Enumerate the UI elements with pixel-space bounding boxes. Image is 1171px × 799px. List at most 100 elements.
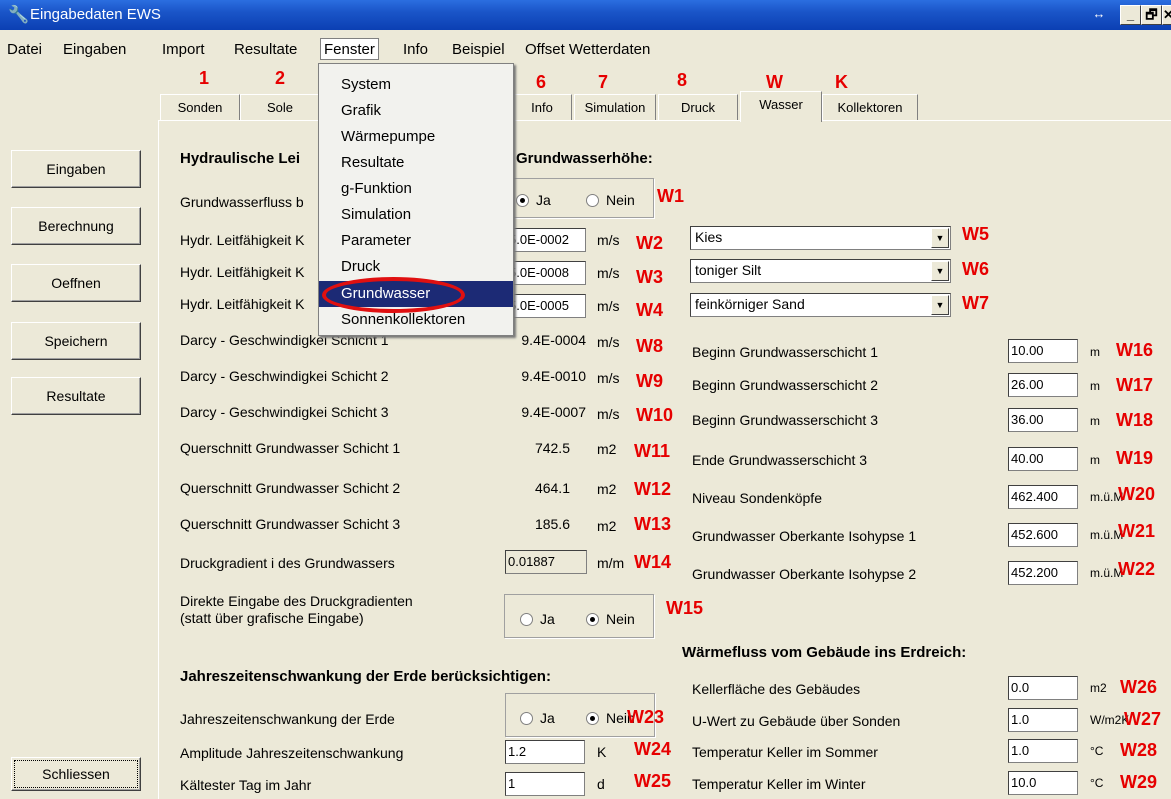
annotation-w18: W18 (1116, 410, 1153, 431)
soil-type-3-select[interactable]: feinkörniger Sand ▼ (690, 293, 951, 317)
druckgradient-label: Druckgradient i des Grundwassers (180, 555, 395, 571)
direkte-eingabe-ja-radio[interactable]: Ja (520, 611, 555, 627)
annotation-w19: W19 (1116, 448, 1153, 469)
unit-m: m (1090, 379, 1100, 393)
menu-item-parameter[interactable]: Parameter (319, 228, 513, 254)
grundwasserfluss-ja-radio[interactable]: Ja (516, 192, 551, 208)
u-wert-input[interactable]: 1.0 (1008, 708, 1078, 732)
beginn-schicht-3-input[interactable]: 36.00 (1008, 408, 1078, 432)
unit-k: K (597, 744, 606, 760)
menu-datei[interactable]: Datei (7, 41, 42, 58)
unit-m: m (1090, 345, 1100, 359)
temp-sommer-label: Temperatur Keller im Sommer (692, 744, 878, 760)
grundwasserfluss-nein-radio[interactable]: Nein (586, 192, 635, 208)
soil-type-1-select[interactable]: Kies ▼ (690, 226, 951, 250)
section-header-jahreszeiten: Jahreszeitenschwankung der Erde berücksi… (180, 668, 551, 685)
restore-arrows-icon[interactable]: ↔ (1087, 5, 1111, 25)
menu-offset-wetterdaten[interactable]: Offset Wetterdaten (525, 41, 650, 58)
direkte-eingabe-label-2: (statt über grafische Eingabe) (180, 610, 364, 626)
annotation-w20: W20 (1118, 484, 1155, 505)
radio-label: Nein (606, 192, 635, 208)
eingaben-button[interactable]: Eingaben (11, 150, 141, 188)
annotation-w14: W14 (634, 552, 671, 573)
minimize-button[interactable]: _ (1120, 5, 1141, 25)
resultate-button[interactable]: Resultate (11, 377, 141, 415)
tab-wasser[interactable]: Wasser (740, 91, 822, 122)
dropdown-arrow-icon[interactable]: ▼ (931, 228, 949, 248)
unit-m: m (1090, 414, 1100, 428)
hydr-leitfaehigkeit-3-input[interactable]: 5.0E-0005 (506, 294, 586, 318)
menu-fenster[interactable]: Fenster (320, 38, 379, 60)
hydr-leitfaehigkeit-1-input[interactable]: 5.0E-0002 (506, 228, 586, 252)
annotation-w17: W17 (1116, 375, 1153, 396)
radio-label: Ja (540, 611, 555, 627)
tab-number-2: 2 (275, 68, 285, 89)
tab-info[interactable]: Info (512, 94, 572, 121)
isohypse-1-label: Grundwasser Oberkante Isohypse 1 (692, 528, 916, 544)
berechnung-button[interactable]: Berechnung (11, 207, 141, 245)
tab-sonden[interactable]: Sonden (160, 94, 240, 121)
menu-item-grafik[interactable]: Grafik (319, 98, 513, 124)
menu-item-druck[interactable]: Druck (319, 254, 513, 280)
annotation-w9: W9 (636, 371, 663, 392)
grundwasserfluss-label: Grundwasserfluss b (180, 194, 304, 210)
unit-ms: m/s (597, 406, 620, 422)
dropdown-arrow-icon[interactable]: ▼ (931, 261, 949, 281)
close-button[interactable]: ✕ (1162, 5, 1171, 25)
annotation-w8: W8 (636, 336, 663, 357)
unit-m: m (1090, 453, 1100, 467)
kellerflaeche-input[interactable]: 0.0 (1008, 676, 1078, 700)
oeffnen-button[interactable]: Oeffnen (11, 264, 141, 302)
kaeltester-tag-label: Kältester Tag im Jahr (180, 777, 311, 793)
section-header-hydraulik: Hydraulische Lei (180, 150, 300, 167)
temp-winter-input[interactable]: 10.0 (1008, 771, 1078, 795)
ende-schicht-3-input[interactable]: 40.00 (1008, 447, 1078, 471)
amplitude-input[interactable]: 1.2 (505, 740, 585, 764)
annotation-w13: W13 (634, 514, 671, 535)
schliessen-button[interactable]: Schliessen (11, 757, 141, 791)
menu-item-simulation[interactable]: Simulation (319, 202, 513, 228)
window-title: Eingabedaten EWS (30, 6, 161, 23)
menu-beispiel[interactable]: Beispiel (452, 41, 505, 58)
jahreszeiten-ja-radio[interactable]: Ja (520, 710, 555, 726)
tab-letter-k: K (835, 72, 848, 93)
menu-item-system[interactable]: System (319, 72, 513, 98)
beginn-schicht-3-label: Beginn Grundwasserschicht 3 (692, 412, 878, 428)
hydr-leitfaehigkeit-2-input[interactable]: 5.0E-0008 (506, 261, 586, 285)
menu-item-resultate[interactable]: Resultate (319, 150, 513, 176)
isohypse-2-input[interactable]: 452.200 (1008, 561, 1078, 585)
menu-resultate[interactable]: Resultate (234, 41, 297, 58)
menu-import[interactable]: Import (162, 41, 205, 58)
unit-m2: m2 (597, 481, 616, 497)
beginn-schicht-2-input[interactable]: 26.00 (1008, 373, 1078, 397)
title-bar: 🔧 Eingabedaten EWS ↔ _ 🗗 ✕ (0, 0, 1171, 30)
annotation-w2: W2 (636, 233, 663, 254)
beginn-schicht-1-label: Beginn Grundwasserschicht 1 (692, 344, 878, 360)
beginn-schicht-1-input[interactable]: 10.00 (1008, 339, 1078, 363)
menu-item-g-funktion[interactable]: g-Funktion (319, 176, 513, 202)
tab-simulation[interactable]: Simulation (574, 94, 656, 121)
tab-number-1: 1 (199, 68, 209, 89)
menu-info[interactable]: Info (403, 41, 428, 58)
tab-kollektoren[interactable]: Kollektoren (822, 94, 918, 121)
ende-schicht-3-label: Ende Grundwasserschicht 3 (692, 452, 867, 468)
select-value: feinkörniger Sand (695, 296, 805, 312)
annotation-w3: W3 (636, 267, 663, 288)
kaeltester-tag-input[interactable]: 1 (505, 772, 585, 796)
menu-item-waermepumpe[interactable]: Wärmepumpe (319, 124, 513, 150)
temp-sommer-input[interactable]: 1.0 (1008, 739, 1078, 763)
speichern-button[interactable]: Speichern (11, 322, 141, 360)
direkte-eingabe-nein-radio[interactable]: Nein (586, 611, 635, 627)
tab-druck[interactable]: Druck (658, 94, 738, 121)
hydr-leitfaehigkeit-1-label: Hydr. Leitfähigkeit K (180, 232, 305, 248)
dropdown-arrow-icon[interactable]: ▼ (931, 295, 949, 315)
isohypse-1-input[interactable]: 452.600 (1008, 523, 1078, 547)
annotation-w7: W7 (962, 293, 989, 314)
menu-eingaben[interactable]: Eingaben (63, 41, 126, 58)
maximize-button[interactable]: 🗗 (1141, 5, 1162, 25)
niveau-sondenkoepfe-input[interactable]: 462.400 (1008, 485, 1078, 509)
soil-type-2-select[interactable]: toniger Silt ▼ (690, 259, 951, 283)
highlight-ring (322, 277, 465, 313)
tab-sole[interactable]: Sole (240, 94, 320, 121)
querschnitt-2-value: 464.1 (500, 480, 570, 496)
